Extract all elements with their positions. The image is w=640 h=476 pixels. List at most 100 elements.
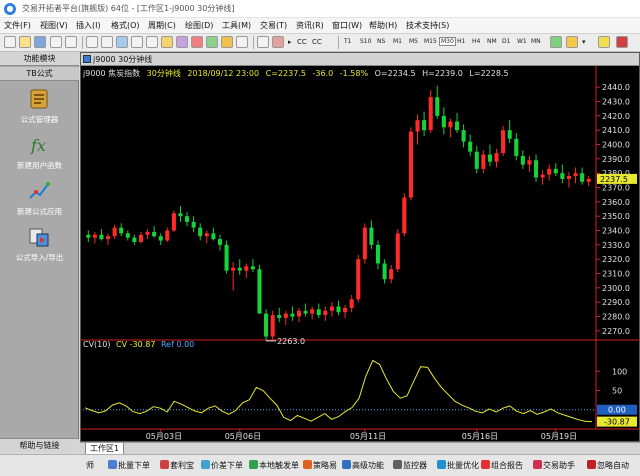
period-m30[interactable]: M30 — [439, 37, 456, 46]
task-advanced-label: 高级功能 — [352, 461, 384, 470]
task-strategy[interactable]: 策略易 — [303, 459, 337, 473]
window-icon[interactable] — [116, 36, 128, 48]
time-tick-label: 05月19日 — [541, 432, 577, 441]
candle-body — [132, 237, 137, 242]
candle-body — [369, 227, 374, 245]
menu-support[interactable]: 技术支持(S) — [406, 20, 449, 31]
task-portfolio-report[interactable]: 组合报告 — [481, 459, 523, 473]
price-tick-label: 2390.0 — [602, 155, 630, 164]
candle-body — [198, 227, 203, 237]
cv-line — [84, 359, 593, 423]
chart-canvas[interactable]: 2270.0 2280.0 2290.0 2300.0 2310.0 2320.0 2330… — [81, 66, 639, 441]
task-partial[interactable]: 师 — [86, 459, 94, 473]
task-trade-assistant[interactable]: 交易助手 — [533, 459, 575, 473]
task-batch-order[interactable]: 批量下单 — [108, 459, 150, 473]
app-logo-icon: ● — [4, 3, 16, 15]
menu-view[interactable]: 视图(V) — [40, 20, 68, 31]
period-nm[interactable]: NM — [487, 38, 497, 45]
task-ignore-auto[interactable]: 忽略自动 — [587, 459, 629, 473]
exit-icon[interactable] — [616, 36, 628, 48]
price-info-line: j9000 焦炭指数 30分钟线 2018/09/12 23:00 C=2237… — [83, 68, 513, 79]
save-icon[interactable] — [34, 36, 46, 48]
low-label: L=2228.5 — [469, 69, 509, 78]
tab-tb-formula[interactable]: TB公式 — [0, 67, 79, 81]
menu-window[interactable]: 窗口(W) — [332, 20, 362, 31]
alert-icon[interactable] — [191, 36, 203, 48]
draw-icon[interactable] — [272, 36, 284, 48]
candle-body — [106, 236, 111, 240]
period-s10[interactable]: S10 — [360, 38, 371, 45]
zoom-in-icon[interactable] — [257, 36, 269, 48]
table-icon[interactable] — [236, 36, 248, 48]
task-spread-order[interactable]: 价差下单 — [201, 459, 243, 473]
task-arbitrage[interactable]: 套利宝 — [160, 459, 194, 473]
candle-body — [362, 227, 367, 260]
user-icon[interactable] — [221, 36, 233, 48]
chart-title-bar: j9000 30分钟线 — [81, 53, 639, 66]
menu-insert[interactable]: 插入(I) — [76, 20, 101, 31]
help-links[interactable]: 帮助与链接 — [0, 438, 79, 452]
folder-icon[interactable] — [161, 36, 173, 48]
new-user-function-button[interactable]: fx 新建用户函数 — [0, 134, 79, 172]
period-d1[interactable]: D1 — [502, 38, 510, 45]
print-icon[interactable] — [50, 36, 62, 48]
period-m5[interactable]: M5 — [409, 38, 418, 45]
candle-body — [145, 231, 150, 235]
period-m15[interactable]: M15 — [424, 38, 437, 45]
menu-tools[interactable]: 工具(M) — [222, 20, 251, 31]
period-h1[interactable]: H1 — [457, 38, 465, 45]
period-ns[interactable]: NS — [377, 38, 385, 45]
task-advanced[interactable]: 高级功能 — [342, 459, 384, 473]
task-batch-optimize[interactable]: 批量优化 — [437, 459, 479, 473]
new-formula-app-button[interactable]: 新建公式应用 — [0, 180, 79, 218]
candle-body — [422, 120, 427, 131]
menu-file[interactable]: 文件(F) — [4, 20, 31, 31]
period-w1[interactable]: W1 — [517, 38, 527, 45]
settings-icon[interactable] — [566, 36, 578, 48]
price-tick-label: 2350.0 — [602, 212, 630, 221]
period-h4[interactable]: H4 — [472, 38, 480, 45]
layout-icon[interactable] — [101, 36, 113, 48]
menu-trade[interactable]: 交易(T) — [260, 20, 287, 31]
datetime-label: 2018/09/12 23:00 — [187, 69, 260, 78]
candle-body — [481, 154, 486, 169]
cc-button-2[interactable]: CC — [312, 38, 322, 46]
menu-format[interactable]: 格式(O) — [111, 20, 140, 31]
formula-manager-button[interactable]: 公式管理器 — [0, 88, 79, 126]
grid-icon[interactable] — [86, 36, 98, 48]
symbol-label: j9000 焦炭指数 — [83, 69, 141, 78]
open-label: O=2234.5 — [374, 69, 416, 78]
menu-draw[interactable]: 绘图(D) — [185, 20, 213, 31]
task-strategy-label: 策略易 — [313, 461, 337, 470]
chevron-down-icon[interactable]: ▾ — [582, 38, 586, 46]
star-icon[interactable] — [598, 36, 610, 48]
candle-body — [533, 160, 539, 178]
menu-help[interactable]: 帮助(H) — [369, 20, 397, 31]
trend-icon — [29, 182, 50, 199]
line-chart-icon[interactable] — [550, 36, 562, 48]
open-icon[interactable] — [19, 36, 31, 48]
candle-body — [270, 315, 275, 337]
menu-period[interactable]: 周期(C) — [148, 20, 176, 31]
arrow-icon[interactable]: ▸ — [288, 38, 292, 46]
period-t1[interactable]: T1 — [344, 38, 351, 45]
candle-body — [231, 267, 236, 271]
quote-icon[interactable] — [146, 36, 158, 48]
candle-body — [382, 263, 387, 280]
task-monitor[interactable]: 监控器 — [393, 459, 427, 473]
period-m1[interactable]: M1 — [393, 38, 402, 45]
new-icon[interactable] — [4, 36, 16, 48]
task-bar: 师 批量下单 套利宝 价差下单 本地触发单 策略易 高级功能 监控器 批量优化 … — [0, 454, 640, 476]
window-title: 交易开拓者平台(旗舰版) 64位 - [工作区1-j9000 30分钟线] — [22, 4, 235, 13]
chart-icon[interactable] — [131, 36, 143, 48]
candle-body — [237, 267, 242, 271]
task-local-trigger[interactable]: 本地触发单 — [249, 459, 299, 473]
price-tick-label: 2340.0 — [602, 227, 630, 236]
menu-news[interactable]: 资讯(R) — [296, 20, 324, 31]
formula-import-export-button[interactable]: 公式导入/导出 — [0, 226, 79, 264]
cc-button[interactable]: CC — [297, 38, 307, 46]
lock-icon[interactable] — [176, 36, 188, 48]
preview-icon[interactable] — [65, 36, 77, 48]
trade-icon[interactable] — [206, 36, 218, 48]
period-mn[interactable]: MN — [531, 38, 541, 45]
